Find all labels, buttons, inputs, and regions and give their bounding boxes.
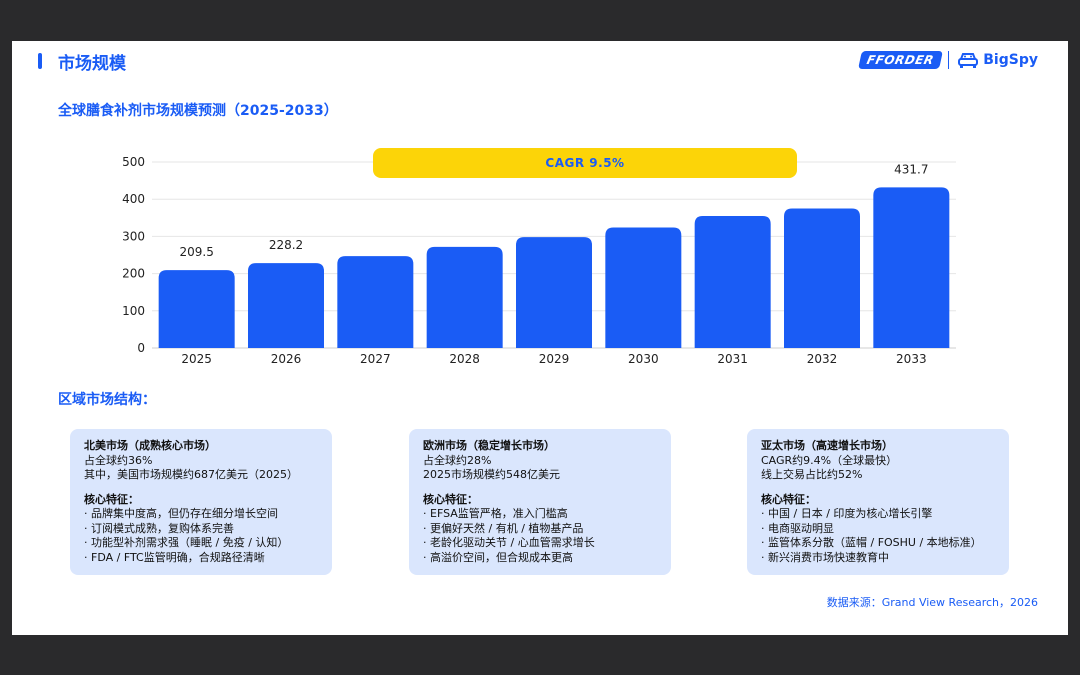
data-label: 431.7: [894, 162, 928, 176]
region-line: 占全球约36%: [84, 453, 153, 467]
y-tick-label: 500: [122, 155, 145, 169]
bar: [694, 215, 771, 348]
data-source: 数据来源：Grand View Research，2026: [826, 596, 1038, 609]
feature-item: · 监管体系分散（蓝帽 / FOSHU / 本地标准）: [761, 536, 982, 549]
region-section-title: 区域市场结构：: [58, 392, 156, 408]
feature-item: · 电商驱动明显: [761, 521, 834, 535]
feature-item: · 订阅模式成熟，复购体系完善: [84, 521, 234, 535]
x-tick-label: 2029: [539, 352, 570, 366]
feature-item: · 老龄化驱动关节 / 心血管需求增长: [423, 536, 595, 549]
region-heading: 亚太市场（高速增长市场）: [761, 439, 893, 452]
y-tick-label: 400: [122, 192, 145, 206]
bar: [248, 263, 324, 348]
region-line: 线上交易占比约52%: [761, 468, 863, 481]
region-card-north-america: 北美市场（成熟核心市场） 占全球约36% 其中，美国市场规模约687亿美元（20…: [70, 429, 332, 575]
region-line: CAGR约9.4%（全球最快）: [761, 453, 898, 467]
region-line: 占全球约28%: [423, 453, 492, 467]
data-label: 228.2: [269, 238, 303, 252]
page-title: 市场规模: [58, 54, 126, 74]
x-tick-label: 2028: [449, 352, 480, 366]
logo-group: FFORDER BigSpy: [857, 51, 1038, 69]
feature-item: · 更偏好天然 / 有机 / 植物基产品: [423, 521, 584, 535]
region-card-asia-pacific: 亚太市场（高速增长市场） CAGR约9.4%（全球最快） 线上交易占比约52% …: [747, 429, 1009, 575]
x-tick-label: 2032: [807, 352, 838, 366]
x-tick-label: 2026: [271, 352, 302, 366]
feature-heading: 核心特征：: [423, 492, 478, 506]
y-tick-label: 300: [122, 229, 145, 243]
region-line: 其中，美国市场规模约687亿美元（2025）: [84, 468, 298, 481]
bigspy-logo-text: BigSpy: [983, 52, 1038, 68]
cagr-banner: CAGR 9.5%: [373, 148, 797, 178]
chart-title: 全球膳食补剂市场规模预测（2025-2033）: [58, 103, 338, 119]
bar: [873, 187, 950, 348]
bigspy-logo: BigSpy: [957, 51, 1038, 69]
bar: [605, 227, 682, 348]
bar: [784, 208, 860, 348]
x-tick-label: 2030: [628, 352, 659, 366]
bar: [516, 237, 592, 348]
y-tick-label: 100: [122, 304, 145, 318]
feature-item: · 功能型补剂需求强（睡眠 / 免疫 / 认知）: [84, 536, 289, 549]
x-tick-label: 2025: [181, 352, 212, 366]
data-label: 209.5: [179, 245, 213, 259]
feature-item: · 新兴消费市场快速教育中: [761, 550, 889, 564]
x-tick-label: 2027: [360, 352, 391, 366]
car-icon: [958, 53, 979, 68]
fforder-logo: FFORDER: [857, 51, 943, 69]
logo-divider: [948, 51, 950, 69]
feature-item: · 高溢价空间，但合规成本更高: [423, 550, 573, 564]
bar: [426, 246, 503, 348]
y-tick-label: 200: [122, 267, 145, 281]
y-tick-label: 0: [137, 341, 145, 355]
x-tick-label: 2033: [896, 352, 927, 366]
region-card-europe: 欧洲市场（稳定增长市场） 占全球约28% 2025市场规模约548亿美元 核心特…: [409, 429, 671, 575]
region-line: 2025市场规模约548亿美元: [423, 468, 560, 481]
bar: [158, 270, 235, 348]
region-heading: 欧洲市场（稳定增长市场）: [423, 439, 555, 452]
feature-item: · 品牌集中度高，但仍存在细分增长空间: [84, 507, 278, 520]
x-tick-label: 2031: [717, 352, 748, 366]
feature-item: · EFSA监管严格，准入门槛高: [423, 507, 568, 520]
region-heading: 北美市场（成熟核心市场）: [84, 439, 216, 452]
feature-heading: 核心特征：: [761, 492, 816, 506]
feature-heading: 核心特征：: [84, 492, 139, 506]
title-accent-bar: [38, 53, 42, 69]
slide: 市场规模 FFORDER BigSpy 全球膳食补剂市场规模预测（2025-20…: [12, 41, 1068, 635]
bar: [337, 256, 414, 348]
feature-item: · FDA / FTC监管明确，合规路径清晰: [84, 550, 265, 564]
feature-item: · 中国 / 日本 / 印度为核心增长引擎: [761, 507, 933, 520]
